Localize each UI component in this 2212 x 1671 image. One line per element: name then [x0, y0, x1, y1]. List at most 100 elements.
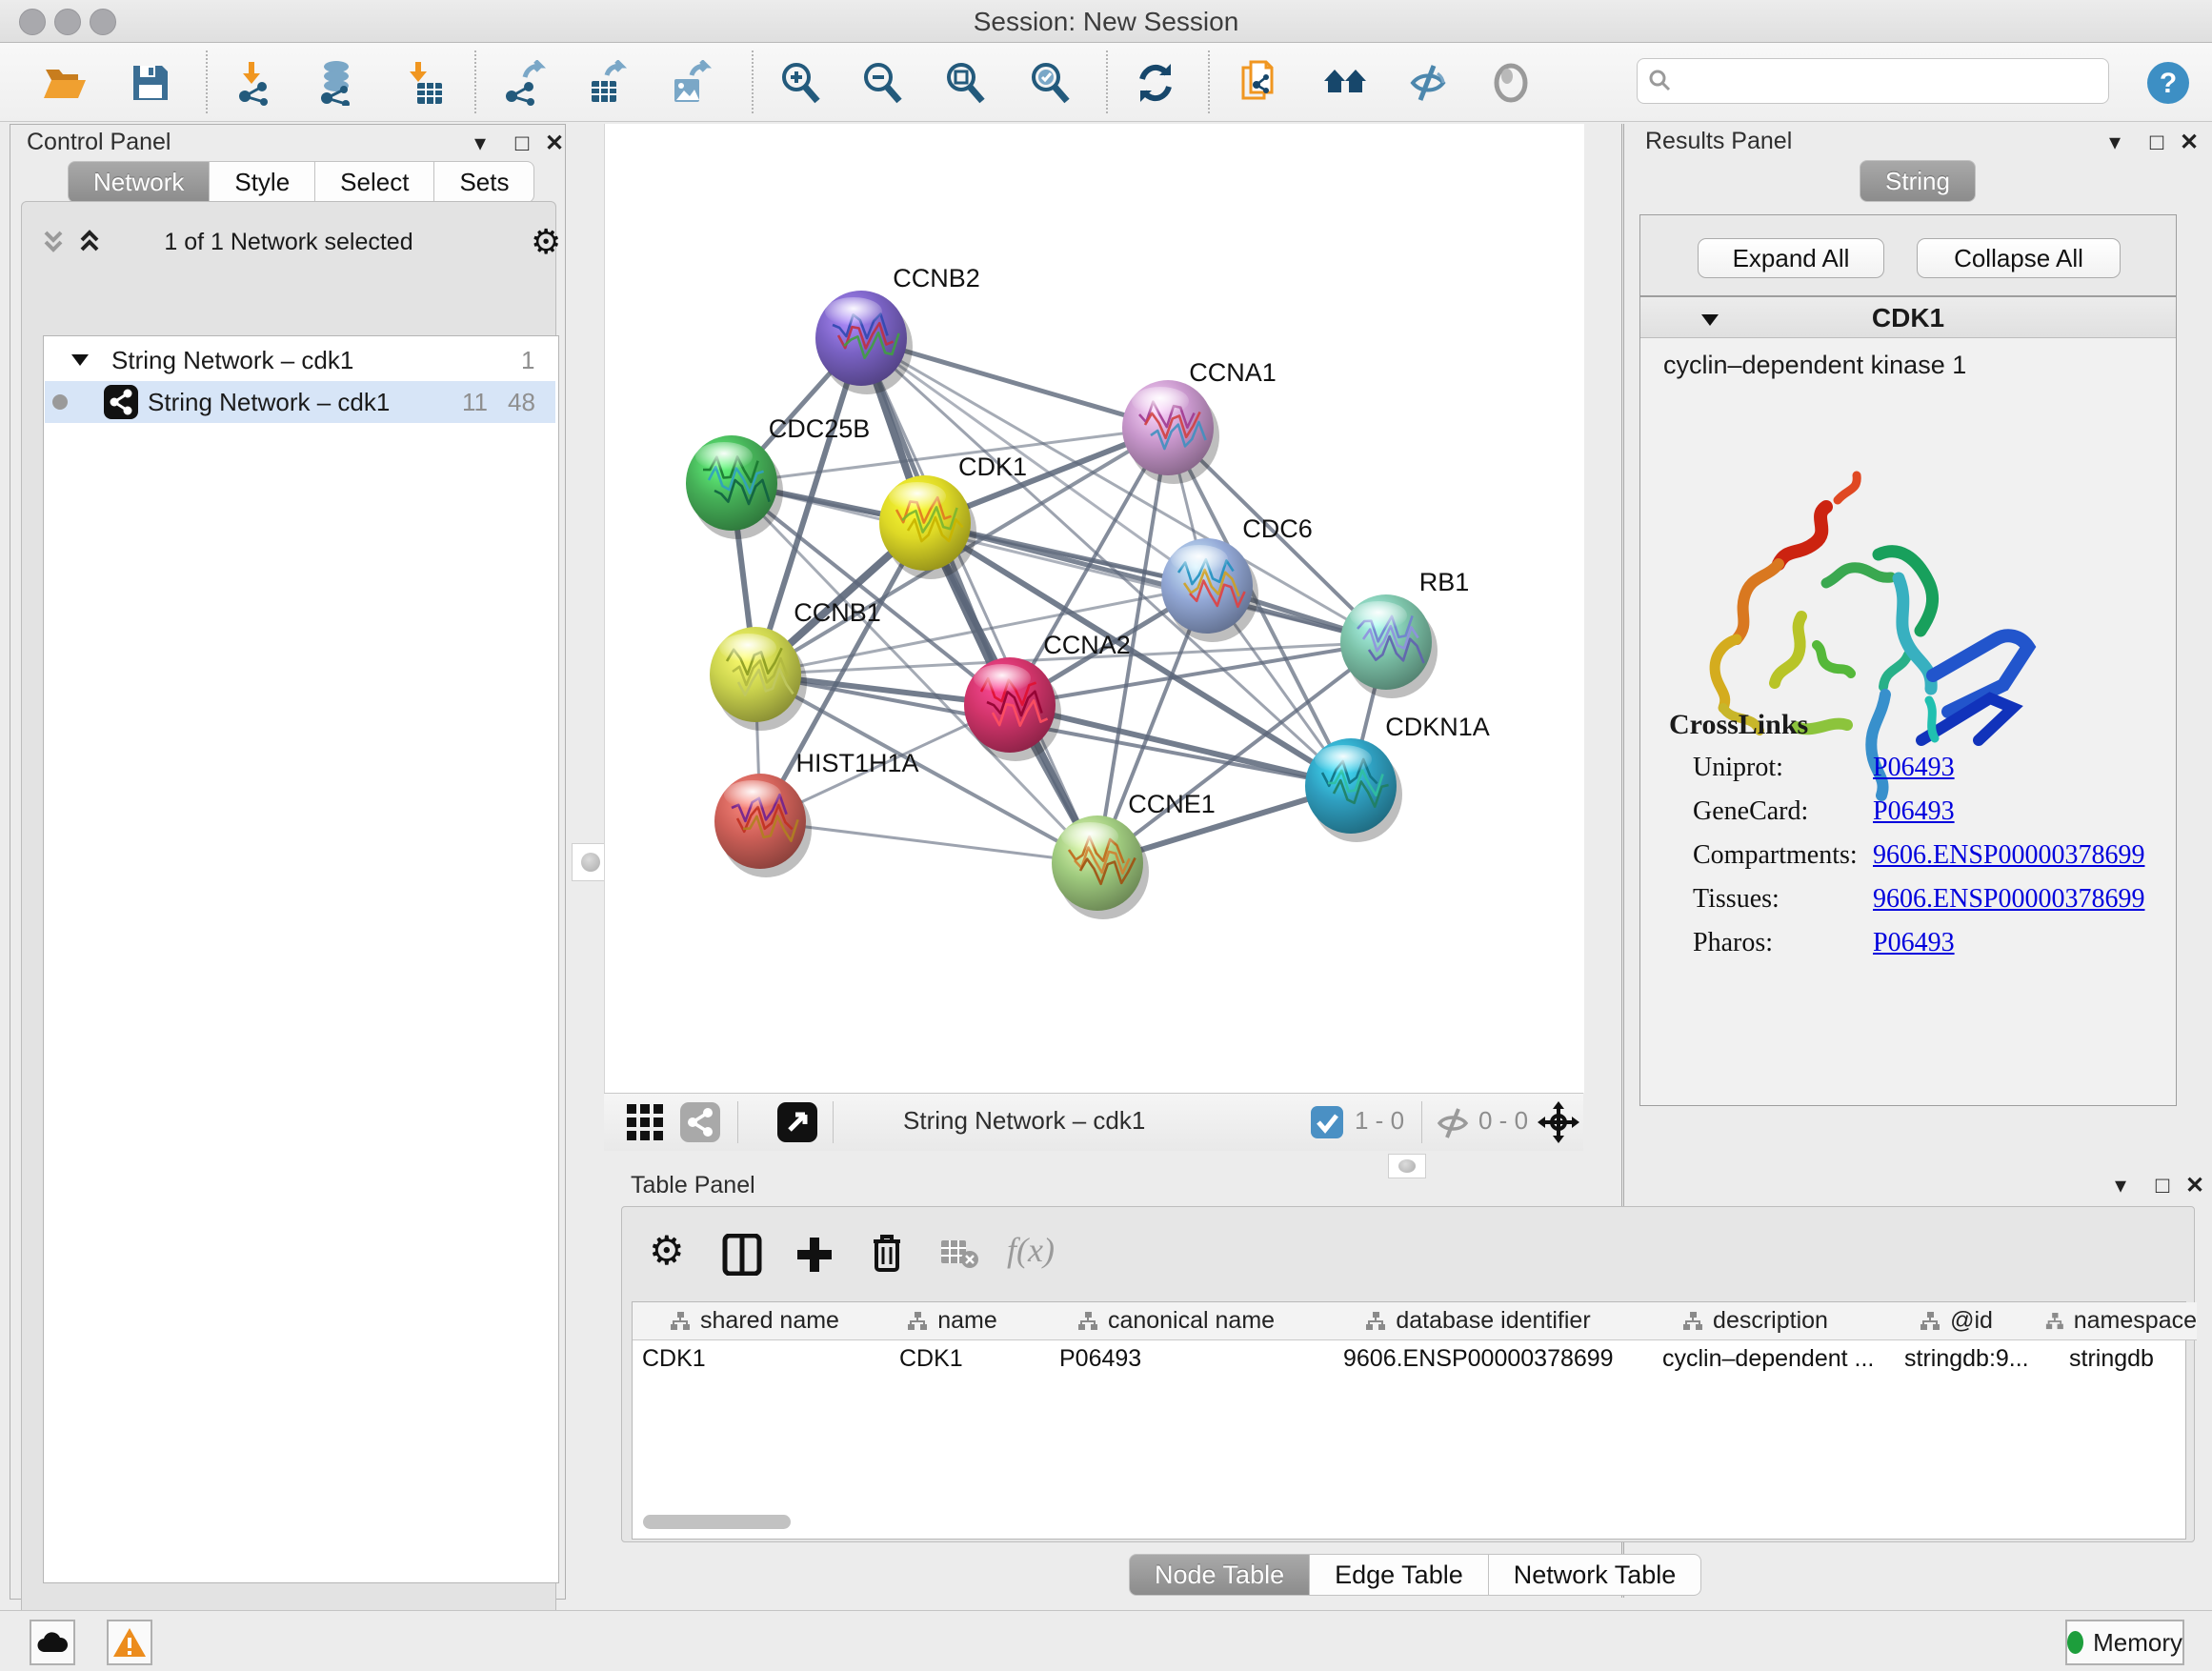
network-row-selected[interactable]: String Network – cdk1 11 48: [45, 381, 555, 423]
node-label-CCNA2: CCNA2: [1043, 631, 1131, 659]
cell-shared-name[interactable]: CDK1: [642, 1340, 871, 1378]
zoom-selected-icon[interactable]: [1027, 60, 1073, 106]
network-node-RB1[interactable]: RB1: [1340, 568, 1469, 698]
panel-close-icon[interactable]: ✕: [2181, 1172, 2209, 1200]
column-header-namespace[interactable]: namespace: [2034, 1302, 2197, 1340]
node-label-CCNB1: CCNB1: [794, 598, 881, 627]
results-panel-title: Results Panel: [1645, 128, 1792, 155]
save-session-icon[interactable]: [128, 60, 173, 106]
node-label-CDKN1A: CDKN1A: [1385, 713, 1490, 741]
column-header-canonical-name[interactable]: canonical name: [1028, 1302, 1325, 1340]
home-icon[interactable]: [1322, 60, 1368, 106]
network-node-CDC6[interactable]: CDC6: [1161, 514, 1313, 642]
zoom-in-icon[interactable]: [777, 60, 823, 106]
toolbar-separator: [1106, 50, 1108, 113]
expand-all-icon[interactable]: [75, 227, 104, 255]
collapse-all-icon[interactable]: [39, 227, 68, 255]
horizontal-scrollbar[interactable]: [643, 1515, 791, 1529]
zoom-out-icon[interactable]: [859, 60, 905, 106]
hide-panel-eye-icon[interactable]: [1405, 60, 1451, 106]
column-header-description[interactable]: description: [1632, 1302, 1880, 1340]
panel-menu-icon[interactable]: ▾: [466, 130, 494, 158]
help-icon[interactable]: ?: [2145, 60, 2191, 106]
panel-menu-icon[interactable]: ▾: [2106, 1172, 2135, 1200]
cell-id[interactable]: stringdb:9...: [1904, 1340, 2033, 1378]
function-builder-icon[interactable]: f(x): [1007, 1230, 1055, 1270]
panel-close-icon[interactable]: ✕: [540, 130, 569, 158]
export-image-icon[interactable]: [667, 60, 713, 106]
panel-float-icon[interactable]: □: [508, 130, 536, 158]
tab-network[interactable]: Network: [68, 161, 210, 203]
network-share-icon[interactable]: [680, 1102, 720, 1142]
show-columns-icon[interactable]: [721, 1234, 763, 1276]
column-header-shared-name[interactable]: shared name: [633, 1302, 877, 1340]
import-table-file-icon[interactable]: [402, 60, 448, 106]
network-node-CDKN1A[interactable]: CDKN1A: [1305, 713, 1490, 842]
search-input[interactable]: [1637, 58, 2109, 104]
tab-node-table[interactable]: Node Table: [1129, 1554, 1310, 1596]
cell-canonical-name[interactable]: P06493: [1059, 1340, 1317, 1378]
show-panel-eye-icon[interactable]: [1488, 60, 1534, 106]
fit-content-crosshair-icon[interactable]: [1536, 1099, 1581, 1145]
add-column-icon[interactable]: [794, 1234, 835, 1276]
column-header-database-identifier[interactable]: database identifier: [1324, 1302, 1633, 1340]
memory-button[interactable]: Memory: [2065, 1620, 2184, 1665]
network-options-gear-icon[interactable]: ⚙: [531, 225, 561, 259]
gene-section-header[interactable]: CDK1: [1640, 297, 2176, 338]
export-network-icon[interactable]: [502, 60, 548, 106]
network-collection-row[interactable]: String Network – cdk1 1: [45, 339, 555, 381]
refresh-icon[interactable]: [1133, 60, 1178, 106]
column-header-name[interactable]: name: [876, 1302, 1029, 1340]
table-panel-title: Table Panel: [631, 1172, 755, 1199]
birds-eye-view-icon[interactable]: [777, 1102, 817, 1142]
cell-namespace[interactable]: stringdb: [2069, 1340, 2183, 1378]
hidden-eye-slash-icon[interactable]: [1435, 1105, 1471, 1141]
panel-float-icon[interactable]: □: [2142, 129, 2171, 157]
open-session-icon[interactable]: [42, 60, 88, 106]
tab-network-table[interactable]: Network Table: [1489, 1554, 1702, 1596]
collapse-all-button[interactable]: Collapse All: [1917, 238, 2121, 278]
network-type-icon: [104, 385, 138, 419]
tab-string[interactable]: String: [1860, 160, 1976, 202]
delete-column-trash-icon[interactable]: [866, 1232, 908, 1274]
table-settings-gear-icon[interactable]: ⚙: [649, 1234, 685, 1268]
collapse-triangle-icon[interactable]: [68, 347, 92, 372]
delete-table-icon[interactable]: [940, 1239, 978, 1270]
warning-button[interactable]: [107, 1620, 152, 1665]
crosslink-tissues-link[interactable]: 9606.ENSP00000378699: [1873, 884, 2144, 915]
selected-checkbox-icon[interactable]: [1311, 1106, 1343, 1138]
clone-network-icon[interactable]: [1237, 60, 1283, 106]
network-node-CCNB1[interactable]: CCNB1: [710, 598, 881, 731]
network-node-CDK1[interactable]: CDK1: [879, 453, 1027, 579]
network-edge-CCNB2-CCNE1[interactable]: [861, 338, 1097, 863]
crosslink-genecard-link[interactable]: P06493: [1873, 796, 1955, 827]
network-node-CCNE1[interactable]: CCNE1: [1052, 790, 1216, 919]
import-network-file-icon[interactable]: [235, 60, 281, 106]
export-table-icon[interactable]: [584, 60, 630, 106]
network-view[interactable]: CDK1CCNB1CCNB2CCNA1CCNA2CCNE1CDC25BCDC6C…: [604, 124, 1584, 1093]
grid-view-icon[interactable]: [625, 1102, 665, 1142]
cloud-button[interactable]: [30, 1620, 75, 1665]
import-network-database-icon[interactable]: [315, 60, 361, 106]
cell-name[interactable]: CDK1: [899, 1340, 1023, 1378]
panel-menu-icon[interactable]: ▾: [2101, 129, 2129, 157]
tab-select[interactable]: Select: [315, 161, 434, 203]
network-node-CCNA1[interactable]: CCNA1: [1122, 358, 1277, 484]
cell-description[interactable]: cyclin–dependent ...: [1662, 1340, 1881, 1378]
column-header-id[interactable]: @id: [1879, 1302, 2035, 1340]
crosslink-compartments-link[interactable]: 9606.ENSP00000378699: [1873, 840, 2144, 871]
expand-all-button[interactable]: Expand All: [1698, 238, 1884, 278]
crosslink-pharos-link[interactable]: P06493: [1873, 928, 1955, 958]
network-node-HIST1H1A[interactable]: HIST1H1A: [714, 749, 919, 877]
search-icon: [1647, 68, 1674, 94]
crosslink-uniprot-link[interactable]: P06493: [1873, 753, 1955, 783]
panel-close-icon[interactable]: ✕: [2175, 129, 2203, 157]
zoom-fit-icon[interactable]: [942, 60, 988, 106]
network-node-CCNB2[interactable]: CCNB2: [815, 264, 980, 394]
tab-edge-table[interactable]: Edge Table: [1310, 1554, 1489, 1596]
panel-float-icon[interactable]: □: [2148, 1172, 2177, 1200]
tab-sets[interactable]: Sets: [434, 161, 534, 203]
tab-style[interactable]: Style: [210, 161, 315, 203]
svg-text:?: ?: [2160, 68, 2177, 99]
cell-database-identifier[interactable]: 9606.ENSP00000378699: [1343, 1340, 1629, 1378]
